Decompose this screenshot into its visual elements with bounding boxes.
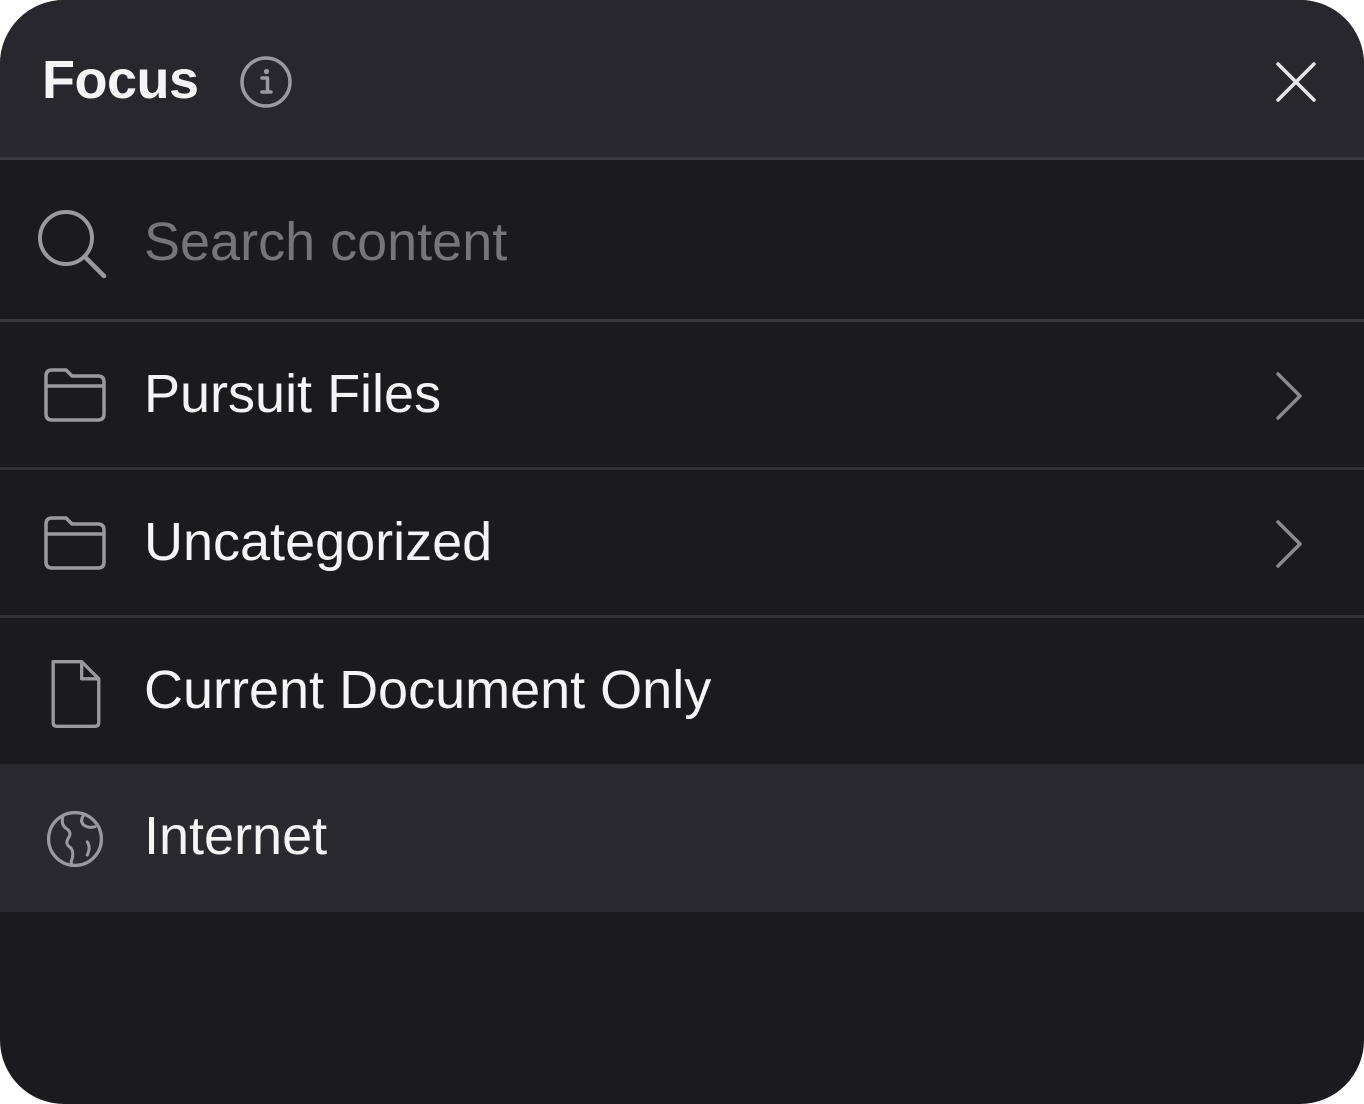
info-icon[interactable] [238,54,294,110]
panel-title: Focus [42,50,199,110]
search-icon [38,210,107,279]
folder-icon [44,368,106,422]
menu-item-internet[interactable]: Internet [0,764,1364,912]
folder-icon [44,516,106,570]
menu-item-current-document-only[interactable]: Current Document Only [0,618,1364,766]
menu-item-label: Internet [144,806,328,866]
menu-item-label: Pursuit Files [144,364,442,424]
globe-icon [46,810,104,868]
chevron-right-icon [1276,520,1302,568]
menu-item-uncategorized[interactable]: Uncategorized [0,470,1364,618]
panel-header: Focus [0,0,1364,160]
menu-item-label: Current Document Only [144,660,712,720]
menu-item-pursuit-files[interactable]: Pursuit Files [0,322,1364,470]
menu-item-label: Uncategorized [144,512,493,572]
chevron-right-icon [1276,372,1302,420]
search-bar [0,160,1364,322]
close-icon[interactable] [1266,52,1326,112]
document-icon [51,660,101,728]
search-input[interactable] [144,200,1304,284]
focus-panel: Focus Pursuit Files U [0,0,1364,1104]
